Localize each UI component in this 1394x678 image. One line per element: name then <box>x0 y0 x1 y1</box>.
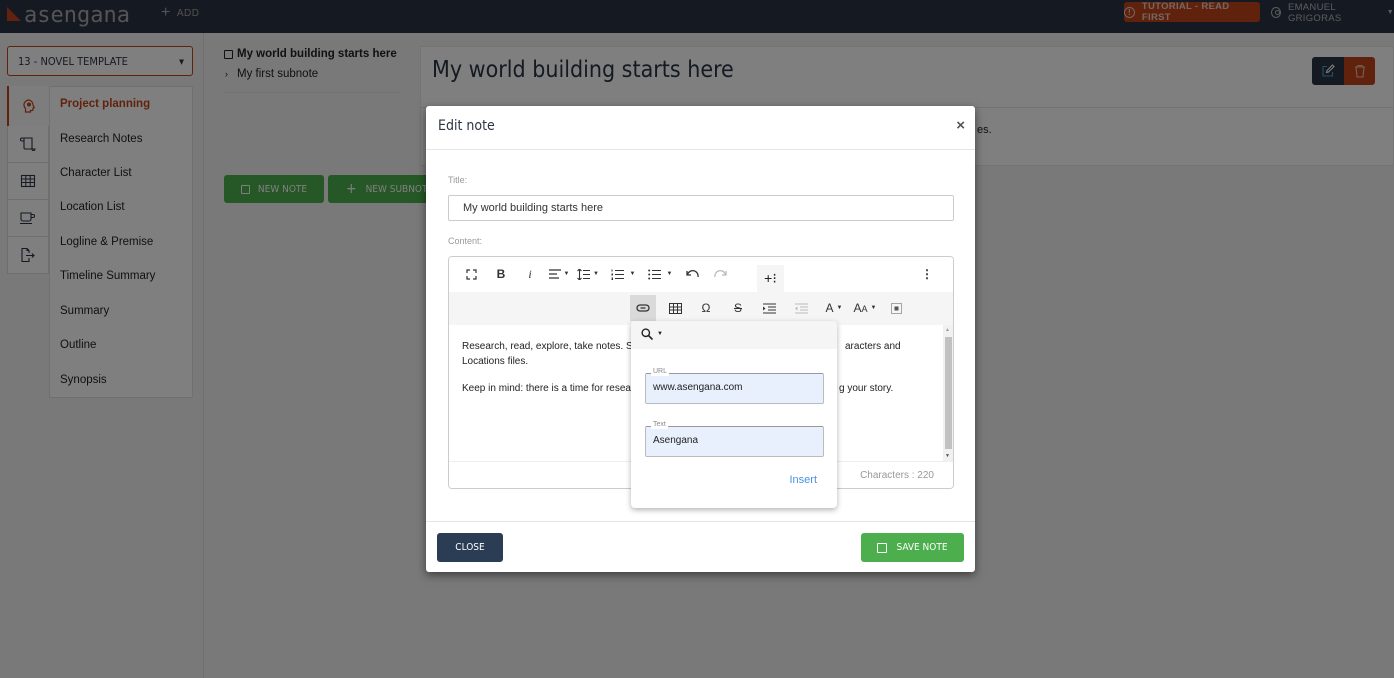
search-icon <box>641 328 653 340</box>
undo-button[interactable] <box>682 261 702 287</box>
editor-scrollbar[interactable]: ▲ ▼ <box>943 325 953 461</box>
chevron-down-icon: ▼ <box>593 271 599 277</box>
select-all-button[interactable] <box>886 295 906 321</box>
scroll-up-icon[interactable]: ▲ <box>945 327 950 333</box>
save-note-label: SAVE NOTE <box>896 542 948 553</box>
vertical-dots-icon: ⋮ <box>921 267 933 281</box>
insert-link-button[interactable] <box>630 295 656 321</box>
content-line: Keep in mind: there is a time for resear… <box>462 383 640 394</box>
modal-footer: CLOSE SAVE NOTE <box>426 521 975 572</box>
url-value: www.asengana.com <box>653 382 743 393</box>
link-text-field[interactable]: Text Asengana <box>645 420 824 457</box>
bullet-list-dropdown[interactable]: ▼ <box>644 261 676 287</box>
outdent-icon <box>794 302 808 314</box>
table-icon <box>668 302 682 314</box>
more-tools-button[interactable]: +⁝ <box>757 265 784 292</box>
url-field[interactable]: URL www.asengana.com <box>645 367 824 404</box>
chevron-down-icon: ▼ <box>870 305 877 311</box>
insert-table-button[interactable] <box>665 295 685 321</box>
ordered-list-icon <box>611 269 624 280</box>
scroll-down-icon[interactable]: ▼ <box>945 453 950 459</box>
plus-more-icon: +⁝ <box>764 270 777 286</box>
select-all-icon <box>890 302 902 314</box>
scroll-thumb[interactable] <box>945 337 952 449</box>
indent-button[interactable] <box>759 295 779 321</box>
special-char-button[interactable]: Ω <box>696 295 716 321</box>
indent-icon <box>762 302 776 314</box>
font-size-dropdown[interactable]: AA ▼ <box>852 295 878 321</box>
italic-button[interactable]: i <box>520 261 540 287</box>
strikethrough-icon: S <box>733 301 742 315</box>
editor-toolbar-main: B i ▼ ▼ ▼ ▼ +⁝ ⋮ <box>449 257 953 292</box>
content-line: aracters and <box>845 341 901 352</box>
align-left-icon <box>548 269 561 279</box>
strikethrough-button[interactable]: S <box>728 295 748 321</box>
font-color-icon: A <box>825 301 834 315</box>
overflow-menu-button[interactable]: ⋮ <box>917 261 937 287</box>
save-note-button[interactable]: SAVE NOTE <box>861 533 964 562</box>
align-dropdown[interactable]: ▼ <box>546 261 572 287</box>
fullscreen-button[interactable] <box>461 261 481 287</box>
bold-icon: B <box>496 267 506 281</box>
chevron-down-icon: ▼ <box>657 331 663 337</box>
undo-icon <box>685 269 699 277</box>
character-count: Characters : 220 <box>860 470 934 481</box>
save-icon <box>877 542 888 553</box>
bold-button[interactable]: B <box>491 261 511 287</box>
omega-icon: Ω <box>701 301 711 315</box>
close-icon[interactable]: × <box>956 117 965 134</box>
italic-icon: i <box>528 266 532 281</box>
title-label: Title: <box>448 175 468 185</box>
content-line: g your story. <box>839 383 894 394</box>
line-height-icon <box>577 268 591 280</box>
ordered-list-dropdown[interactable]: ▼ <box>607 261 639 287</box>
chevron-down-icon: ▼ <box>836 305 843 311</box>
modal-title: Edit note <box>438 118 495 134</box>
text-value: Asengana <box>653 435 699 446</box>
close-button[interactable]: CLOSE <box>437 533 503 562</box>
link-icon <box>636 304 650 312</box>
content-label: Content: <box>448 236 483 246</box>
font-color-dropdown[interactable]: A ▼ <box>822 295 846 321</box>
url-label: URL <box>651 367 670 376</box>
field-border <box>646 373 823 374</box>
content-line: Research, read, explore, take notes. So <box>462 341 639 352</box>
bullet-list-icon <box>647 269 661 279</box>
font-size-icon: AA <box>853 301 868 315</box>
modal-header: Edit note × <box>426 106 975 150</box>
line-height-dropdown[interactable]: ▼ <box>575 261 601 287</box>
popup-header: ▼ <box>631 321 837 349</box>
chevron-down-icon: ▼ <box>563 271 570 277</box>
text-label: Text <box>651 420 668 429</box>
content-line: Locations files. <box>462 356 529 367</box>
redo-button[interactable] <box>710 261 730 287</box>
title-input[interactable] <box>448 195 954 221</box>
fullscreen-icon <box>465 268 477 280</box>
outdent-button[interactable] <box>791 295 811 321</box>
insert-link-button[interactable]: Insert <box>789 474 817 486</box>
field-border <box>646 426 823 427</box>
chevron-down-icon: ▼ <box>629 271 636 277</box>
redo-icon <box>713 269 727 277</box>
chevron-down-icon: ▼ <box>666 271 673 277</box>
search-dropdown[interactable]: ▼ <box>641 328 663 340</box>
insert-link-popup: ▼ URL www.asengana.com Text Asengana Ins… <box>631 321 837 508</box>
